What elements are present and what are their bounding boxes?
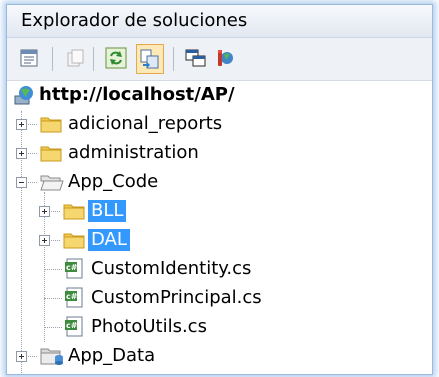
tree-item-app-data[interactable]: App_Data <box>7 342 432 371</box>
solution-explorer-panel: Explorador de soluciones http://localhos… <box>6 4 433 375</box>
expand-toggle[interactable] <box>16 351 27 362</box>
copy-website-icon[interactable] <box>185 47 207 69</box>
csharp-file-icon: c# <box>65 316 83 337</box>
tree-item-label: CustomPrincipal.cs <box>91 287 262 308</box>
tree-root-label: http://localhost/AP/ <box>39 84 235 105</box>
tree-item-customidentity[interactable]: c# CustomIdentity.cs <box>7 255 432 284</box>
toolbar-separator <box>173 47 174 71</box>
csharp-file-icon: c# <box>65 258 83 279</box>
tree-item-customprincipal[interactable]: c# CustomPrincipal.cs <box>7 284 432 313</box>
csharp-file-icon: c# <box>65 287 83 308</box>
folder-open-icon <box>40 175 64 191</box>
expand-toggle[interactable] <box>16 148 27 159</box>
tree-item-dal[interactable]: DAL <box>7 226 432 255</box>
tree-item-label: administration <box>68 142 199 163</box>
folder-icon <box>63 204 85 220</box>
svg-text:c#: c# <box>66 321 78 330</box>
tree-item-bll[interactable]: BLL <box>7 197 432 226</box>
tree-item-administration[interactable]: administration <box>7 139 432 168</box>
show-all-files-icon[interactable] <box>65 47 87 69</box>
tree-item-label: PhotoUtils.cs <box>91 316 207 337</box>
tree-item-app-code[interactable]: App_Code <box>7 168 432 197</box>
tree-item-label: CustomIdentity.cs <box>91 258 252 279</box>
svg-text:c#: c# <box>66 292 78 301</box>
tree-item-adicional-reports[interactable]: adicional_reports <box>7 110 432 139</box>
refresh-icon[interactable] <box>105 47 127 69</box>
expand-toggle[interactable] <box>16 119 27 130</box>
solution-tree: http://localhost/AP/ adicional_reports a… <box>7 81 432 374</box>
properties-icon[interactable] <box>19 47 41 69</box>
tree-item-photoutils[interactable]: c# PhotoUtils.cs <box>7 313 432 342</box>
tree-connector <box>44 327 62 328</box>
nest-related-files-button[interactable] <box>136 44 164 74</box>
tree-connector <box>44 269 62 270</box>
expand-toggle[interactable] <box>39 235 50 246</box>
panel-title: Explorador de soluciones <box>21 10 248 31</box>
panel-title-bar[interactable]: Explorador de soluciones <box>7 5 432 38</box>
app-data-folder-icon <box>40 348 63 365</box>
tree-item-label: BLL <box>88 200 127 222</box>
tree-item-label: App_Code <box>68 171 159 192</box>
nest-related-files-icon <box>140 49 159 69</box>
folder-icon <box>40 117 62 133</box>
tree-item-label: adicional_reports <box>68 113 223 134</box>
toolbar <box>7 38 432 81</box>
folder-icon <box>40 146 62 162</box>
tree-item-label: App_Data <box>68 345 156 366</box>
tree-item-label: DAL <box>88 229 130 251</box>
expand-toggle[interactable] <box>39 206 50 217</box>
toolbar-separator <box>52 47 53 71</box>
website-globe-icon <box>14 86 33 105</box>
svg-text:c#: c# <box>66 263 78 272</box>
tree-root-website[interactable]: http://localhost/AP/ <box>7 81 432 110</box>
collapse-toggle[interactable] <box>16 177 27 188</box>
tree-connector <box>44 298 62 299</box>
folder-icon <box>63 233 85 249</box>
toolbar-separator <box>93 47 94 71</box>
asp-net-configuration-icon[interactable] <box>215 47 237 69</box>
